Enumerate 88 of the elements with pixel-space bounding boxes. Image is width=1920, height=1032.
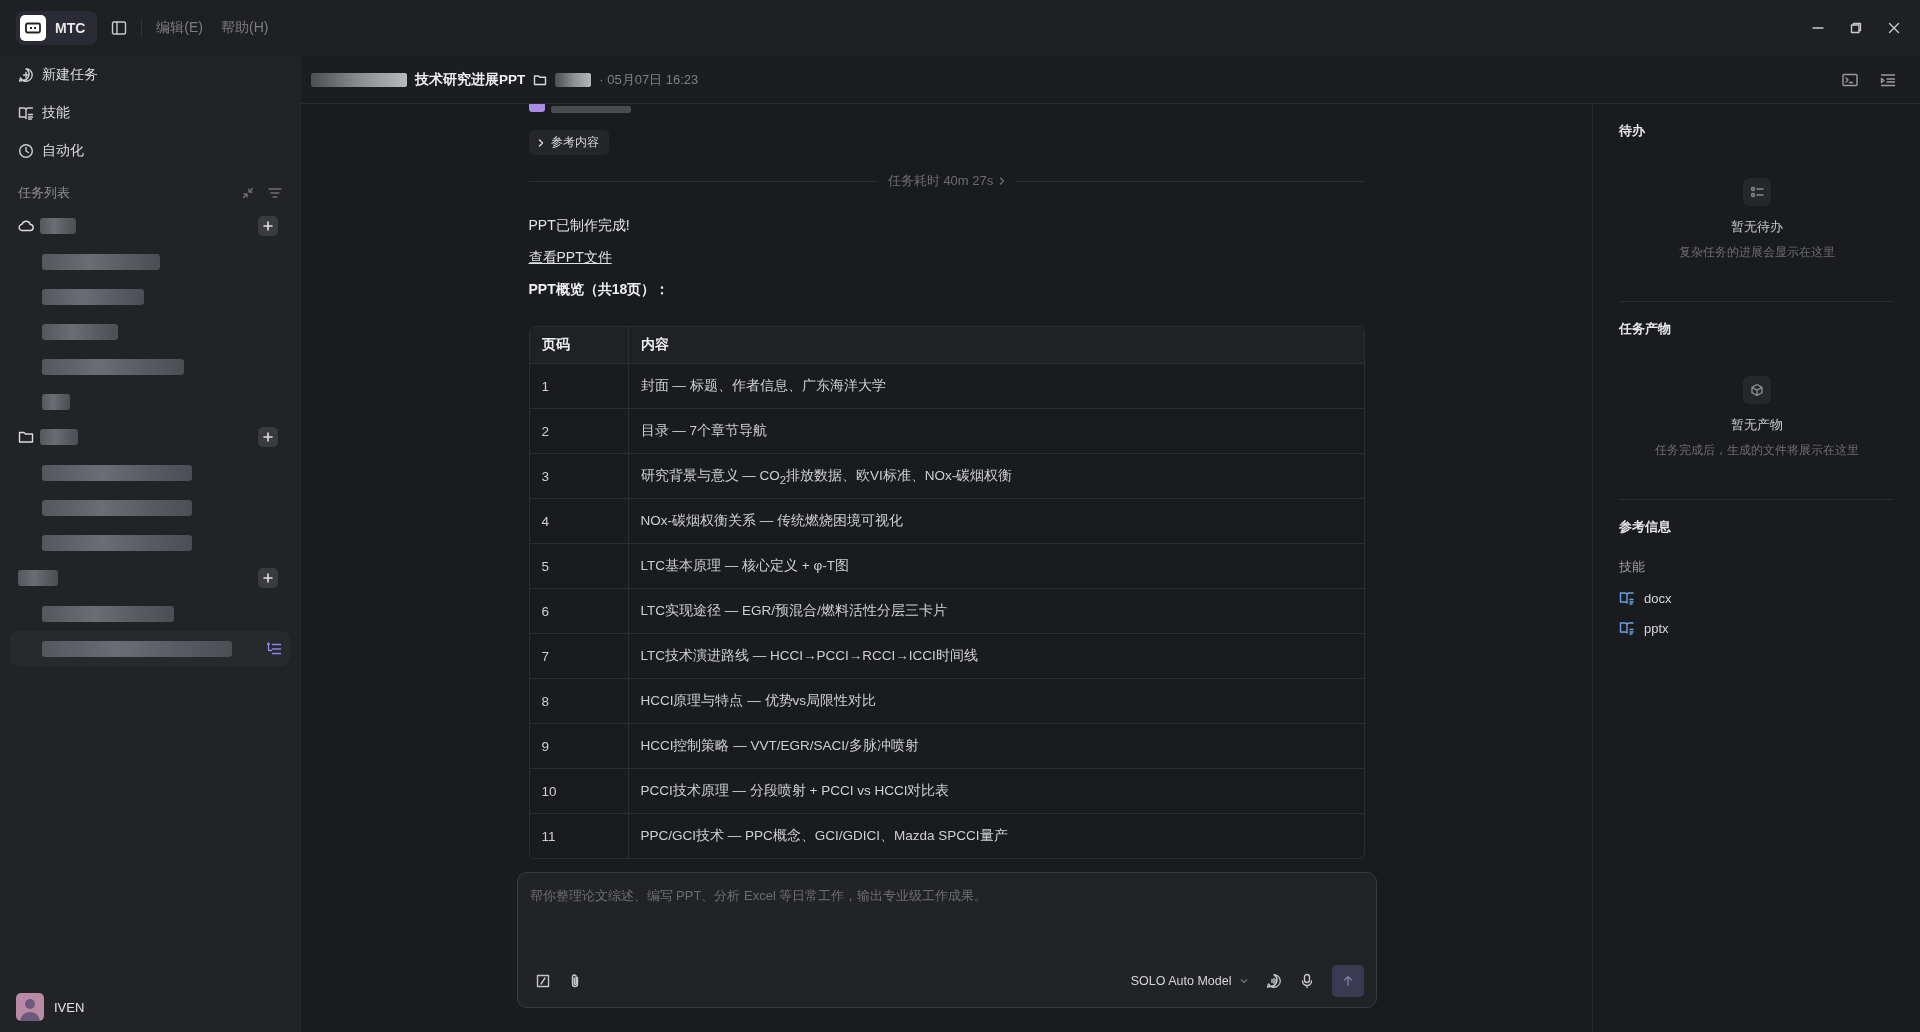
terminal-icon[interactable] bbox=[1842, 72, 1858, 87]
blurred-text bbox=[18, 570, 58, 586]
cloud-icon bbox=[18, 218, 34, 234]
nav-item[interactable]: 自动化 bbox=[10, 132, 290, 170]
table-cell: 7 bbox=[529, 633, 628, 678]
blurred-text bbox=[555, 72, 592, 87]
nav-item[interactable]: 新建任务 bbox=[10, 56, 290, 94]
close-icon[interactable] bbox=[1888, 22, 1900, 34]
table-cell: 3 bbox=[529, 453, 628, 498]
user-name: IVEN bbox=[54, 999, 85, 1015]
folder-icon bbox=[533, 72, 548, 87]
message-text: PPT已制作完成! bbox=[528, 216, 631, 235]
table-cell: 5 bbox=[529, 543, 628, 588]
empty-title: 暂无待办 bbox=[1730, 218, 1783, 236]
section-title: 参考信息 bbox=[1619, 518, 1672, 536]
table-cell: LTC实现途径 — EGR/预混合/燃料活性分层三卡片 bbox=[627, 588, 1364, 633]
table-cell: PCCI技术原理 — 分段喷射 + PCCI vs HCCI对比表 bbox=[627, 768, 1364, 813]
panel-icon[interactable] bbox=[1880, 72, 1896, 87]
arrow-up-icon bbox=[1341, 975, 1354, 987]
collapse-icon[interactable] bbox=[242, 187, 254, 199]
app-logo[interactable]: MTC bbox=[16, 11, 98, 45]
table-cell: LTC基本原理 — 核心定义 + φ-T图 bbox=[627, 543, 1364, 588]
plus-icon bbox=[263, 432, 273, 442]
tag-icon bbox=[528, 104, 545, 112]
nav-item[interactable]: 技能 bbox=[10, 94, 290, 132]
clock-icon bbox=[18, 143, 34, 159]
model-select[interactable]: SOLO Auto Model bbox=[1130, 974, 1248, 988]
blurred-text bbox=[40, 429, 78, 445]
table-cell: 研究背景与意义 — CO$_{2}$排放数据、欧VI标准、NOx-碳烟权衡 bbox=[627, 453, 1364, 498]
book-icon bbox=[18, 105, 34, 121]
add-button[interactable] bbox=[258, 427, 278, 447]
menu-item[interactable]: 帮助(H) bbox=[217, 19, 273, 37]
file-link[interactable]: 查看PPT文件 bbox=[528, 249, 612, 265]
reference-button[interactable]: 参考内容 bbox=[528, 130, 609, 155]
slash-command-icon[interactable] bbox=[535, 974, 550, 988]
book-icon bbox=[1619, 590, 1635, 606]
table-cell: HCCI控制策略 — VVT/EGR/SACI/多脉冲喷射 bbox=[627, 723, 1364, 768]
plus-icon bbox=[263, 221, 273, 231]
empty-hint: 任务完成后，生成的文件将展示在这里 bbox=[1654, 442, 1859, 459]
section-title: 任务产物 bbox=[1619, 320, 1672, 338]
add-button[interactable] bbox=[258, 568, 278, 588]
table-cell: 9 bbox=[529, 723, 628, 768]
chevron-icon bbox=[536, 137, 545, 148]
blurred-text bbox=[40, 218, 76, 234]
folder-icon bbox=[18, 429, 34, 445]
microphone-icon[interactable] bbox=[1299, 973, 1314, 989]
menu-item[interactable]: 编辑(E) bbox=[152, 19, 207, 37]
task-title: 技术研究进展PPT bbox=[415, 70, 526, 89]
sidebar-toggle-icon[interactable] bbox=[111, 20, 128, 36]
section-title: 任务列表 bbox=[18, 184, 71, 202]
table-cell: HCCI原理与特点 — 优势vs局限性对比 bbox=[627, 678, 1364, 723]
column-header: 页码 bbox=[529, 327, 628, 363]
logo-icon bbox=[20, 15, 46, 41]
table-cell: 目录 — 7个章节导航 bbox=[627, 408, 1364, 453]
checklist-icon bbox=[1749, 185, 1764, 199]
task-item[interactable] bbox=[10, 631, 290, 666]
list-icon[interactable] bbox=[266, 640, 282, 657]
table-cell: PPC/GCI技术 — PPC概念、GCI/GDICI、Mazda SPCCI量产 bbox=[627, 813, 1364, 858]
skill-item[interactable]: docx bbox=[1619, 590, 1894, 606]
restore-icon[interactable] bbox=[1850, 22, 1862, 34]
table-cell: 4 bbox=[529, 498, 628, 543]
task-time: · 05月07日 16:23 bbox=[599, 70, 699, 89]
table-cell: 8 bbox=[529, 678, 628, 723]
skill-item[interactable]: pptx bbox=[1619, 620, 1894, 636]
table-cell: LTC技术演进路线 — HCCI→PCCI→RCCI→ICCI时间线 bbox=[627, 633, 1364, 678]
table-cell: 1 bbox=[529, 363, 628, 408]
blurred-text bbox=[42, 393, 70, 410]
table-cell: 2 bbox=[529, 408, 628, 453]
book-icon bbox=[1619, 620, 1635, 636]
table-cell: 10 bbox=[529, 768, 628, 813]
table-cell: 6 bbox=[529, 588, 628, 633]
chevron-icon bbox=[999, 176, 1006, 186]
send-button[interactable] bbox=[1331, 965, 1364, 997]
empty-hint: 复杂任务的进展会显示在这里 bbox=[1678, 244, 1835, 261]
caret-icon bbox=[1239, 978, 1248, 984]
table-cell: 11 bbox=[529, 813, 628, 858]
table-cell: NOx-碳烟权衡关系 — 传统燃烧困境可视化 bbox=[627, 498, 1364, 543]
add-button[interactable] bbox=[258, 216, 278, 236]
avatar-icon[interactable] bbox=[16, 993, 44, 1021]
message-composer[interactable]: 帮你整理论文综述、编写 PPT、分析 Excel 等日常工作，输出专业级工作成果。 SOLO Auto Model bbox=[516, 872, 1377, 1008]
cube-icon bbox=[1749, 383, 1764, 397]
skills-label: 技能 bbox=[1619, 558, 1646, 576]
plus-icon bbox=[263, 573, 273, 583]
empty-title: 暂无产物 bbox=[1730, 416, 1783, 434]
table-cell: 封面 — 标题、作者信息、广东海洋大学 bbox=[627, 363, 1364, 408]
overview-heading: PPT概览（共18页）： bbox=[528, 281, 670, 297]
section-title: 待办 bbox=[1619, 122, 1646, 140]
column-header: 内容 bbox=[627, 327, 1364, 363]
